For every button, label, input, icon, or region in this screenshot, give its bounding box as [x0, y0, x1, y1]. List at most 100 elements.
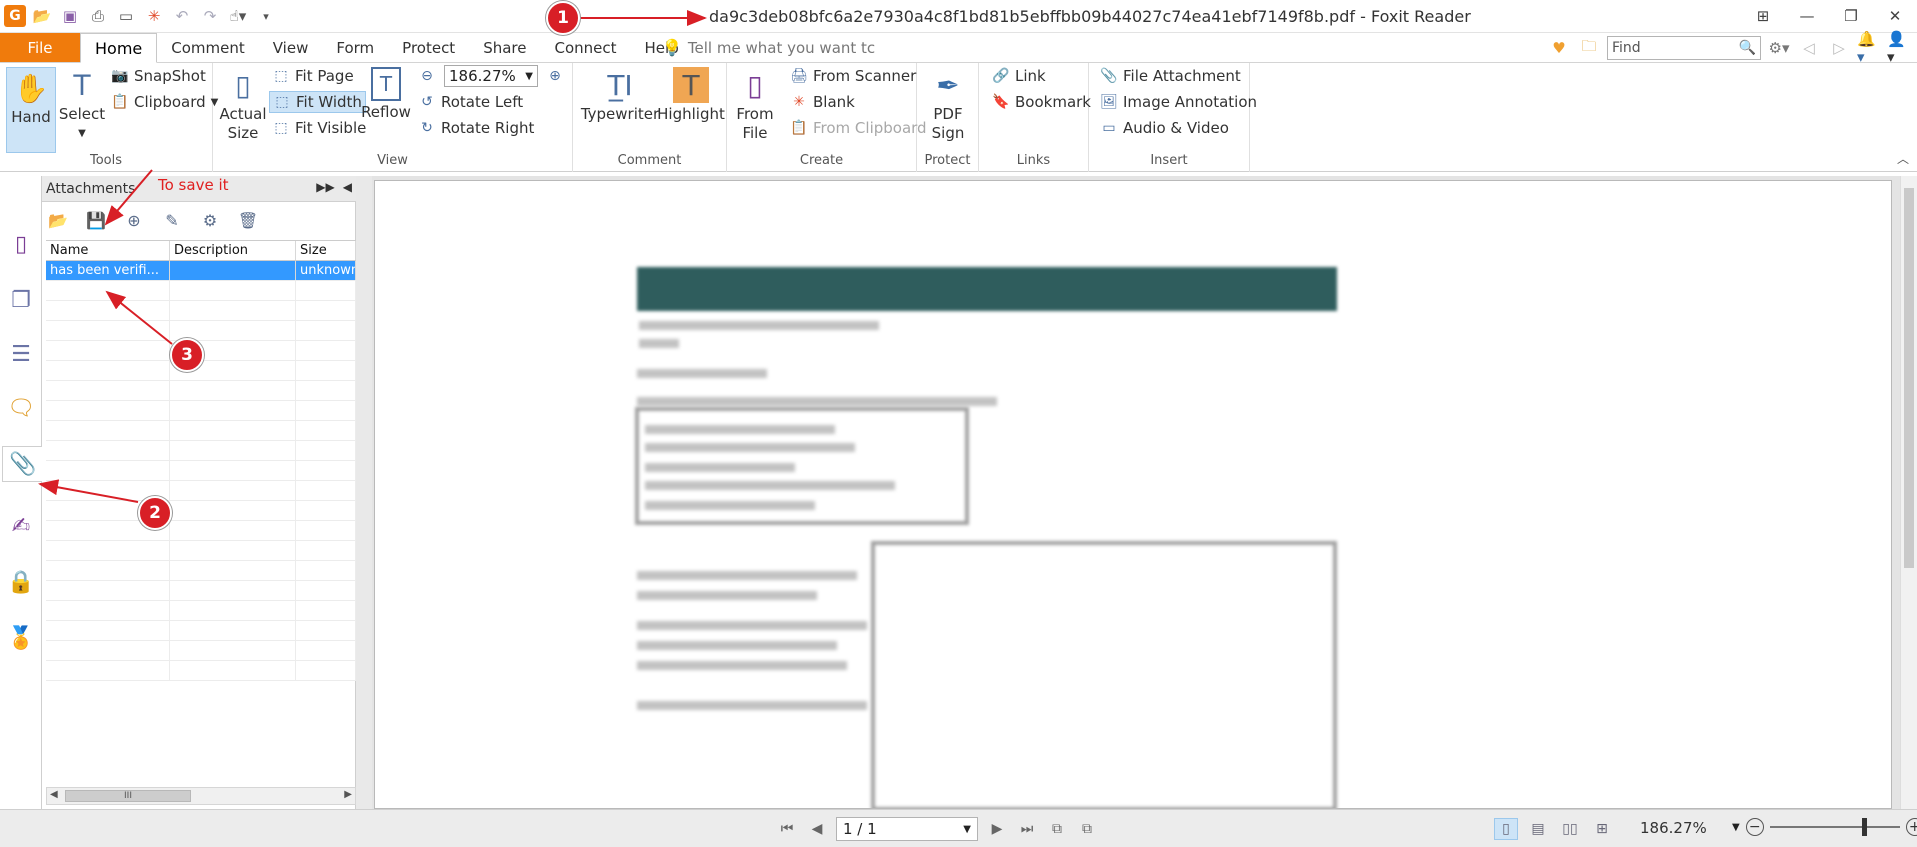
user-icon[interactable]: 👤▾ — [1887, 30, 1911, 66]
attachment-settings-icon[interactable]: ⚙ — [198, 208, 222, 232]
customize-qat-icon[interactable]: ▾ — [254, 4, 278, 28]
zoom-out-button[interactable]: ⊖ — [415, 65, 439, 87]
zoom-in-icon[interactable]: + — [1905, 818, 1917, 836]
layout-icon[interactable]: ⊞ — [1741, 0, 1785, 32]
zoom-in-button[interactable]: ⊕ — [543, 65, 567, 87]
select-button[interactable]: Ｔ Select ▼ — [59, 67, 105, 143]
tell-me-box[interactable]: 💡 Tell me what you want tc — [662, 38, 875, 57]
previous-page-icon[interactable]: ◀ — [806, 818, 828, 840]
from-clipboard-button[interactable]: 📋 From Clipboard — [787, 117, 930, 139]
image-annotation-button[interactable]: 🖼 Image Annotation — [1097, 91, 1260, 113]
bookmark-button[interactable]: 🔖 Bookmark — [989, 91, 1094, 113]
previous-view-icon[interactable]: ⧉ — [1046, 818, 1068, 840]
bell-icon[interactable]: 🔔▾ — [1857, 30, 1881, 66]
tab-view[interactable]: View — [259, 33, 323, 63]
continuous-facing-icon[interactable]: ⊞ — [1590, 818, 1614, 840]
folder-search-icon[interactable]: 🗀 — [1577, 36, 1601, 60]
blank-button[interactable]: ✳ Blank — [787, 91, 858, 113]
next-view-icon[interactable]: ⧉ — [1076, 818, 1098, 840]
tab-home[interactable]: Home — [80, 33, 158, 63]
add-attachment-icon[interactable]: ⊕ — [122, 208, 146, 232]
first-page-icon[interactable]: ⏮ — [776, 818, 798, 840]
edit-attachment-icon[interactable]: ✎ — [160, 208, 184, 232]
tab-form[interactable]: Form — [322, 33, 388, 63]
redo-icon[interactable]: ↷ — [198, 4, 222, 28]
heart-icon[interactable]: ♥ — [1547, 36, 1571, 60]
undo-icon[interactable]: ↶ — [170, 4, 194, 28]
search-icon[interactable]: 🔍 — [1739, 40, 1756, 56]
tab-comment[interactable]: Comment — [157, 33, 259, 63]
column-header-size[interactable]: Size — [296, 241, 356, 260]
typewriter-button[interactable]: T̲I Typewriter — [581, 67, 659, 124]
open-folder-icon[interactable]: 📂 — [30, 4, 54, 28]
chevron-down-icon[interactable]: ▼ — [1732, 822, 1740, 833]
save-attachment-icon[interactable]: 💾 — [84, 208, 108, 232]
document-view[interactable] — [372, 176, 1900, 809]
fit-page-button[interactable]: ⬚ Fit Page — [269, 65, 357, 87]
find-input[interactable]: Find 🔍 — [1607, 36, 1761, 60]
signature-icon[interactable]: ✍ — [5, 508, 37, 544]
panel-splitter[interactable] — [356, 176, 372, 809]
vertical-scrollbar[interactable] — [1900, 176, 1917, 809]
minimize-button[interactable]: — — [1785, 0, 1829, 32]
window-icon[interactable]: ▭ — [114, 4, 138, 28]
highlight-button[interactable]: T Highlight — [657, 67, 725, 124]
gear-icon[interactable]: ⚙▾ — [1767, 36, 1791, 60]
pages-icon[interactable]: ❐ — [5, 282, 37, 318]
column-header-name[interactable]: Name — [46, 241, 170, 260]
chevron-down-icon[interactable]: ▼ — [963, 824, 971, 835]
layers-icon[interactable]: ☰ — [5, 336, 37, 372]
bookmarks-icon[interactable]: ▯ — [5, 226, 37, 262]
rotate-left-button[interactable]: ↺ Rotate Left — [415, 91, 526, 113]
from-scanner-button[interactable]: 🖨 From Scanner — [787, 65, 919, 87]
fit-visible-button[interactable]: ⬚ Fit Visible — [269, 117, 369, 139]
print-icon[interactable]: ⎙ — [86, 4, 110, 28]
zoom-out-icon[interactable]: − — [1745, 818, 1764, 836]
lock-icon[interactable]: 🔒 — [5, 564, 37, 600]
file-tab[interactable]: File — [0, 33, 80, 62]
open-attachment-icon[interactable]: 📂 — [46, 208, 70, 232]
fit-width-button[interactable]: ⬚ Fit Width — [269, 91, 366, 113]
zoom-level[interactable]: 186.27% — [1640, 819, 1707, 837]
next-page-icon[interactable]: ▶ — [986, 818, 1008, 840]
attachments-icon[interactable]: 📎 — [2, 446, 43, 482]
horizontal-scrollbar[interactable]: ◀ III ▶ — [46, 787, 356, 805]
zoom-slider[interactable]: ▼ − + — [1732, 818, 1917, 836]
table-row[interactable]: has been verifi... unknown — [46, 261, 356, 281]
snapshot-button[interactable]: 📷 SnapShot — [108, 65, 209, 87]
expand-panel-icon[interactable]: ▶▶ — [316, 180, 334, 194]
audio-video-button[interactable]: ▭ Audio & Video — [1097, 117, 1232, 139]
single-page-icon[interactable]: ▯ — [1494, 818, 1518, 840]
next-icon[interactable]: ▷ — [1827, 36, 1851, 60]
rotate-right-button[interactable]: ↻ Rotate Right — [415, 117, 537, 139]
foxit-logo-icon[interactable]: G — [4, 5, 26, 27]
scrollbar-thumb[interactable]: III — [65, 790, 191, 802]
facing-page-icon[interactable]: ▯▯ — [1558, 818, 1582, 840]
zoom-track[interactable] — [1769, 818, 1900, 836]
tab-protect[interactable]: Protect — [388, 33, 469, 63]
collapse-panel-icon[interactable]: ◀ — [343, 180, 352, 194]
from-file-button[interactable]: ▯ From File — [733, 67, 777, 143]
save-icon[interactable]: ▣ — [58, 4, 82, 28]
scroll-left-icon[interactable]: ◀ — [50, 789, 58, 800]
restore-button[interactable]: ❐ — [1829, 0, 1873, 32]
reflow-button[interactable]: T Reflow — [361, 67, 411, 122]
pdf-page[interactable] — [374, 180, 1892, 809]
file-attachment-button[interactable]: 📎 File Attachment — [1097, 65, 1244, 87]
collapse-ribbon-icon[interactable]: ︿ — [1897, 150, 1909, 167]
tab-share[interactable]: Share — [469, 33, 540, 63]
sparkle-icon[interactable]: ✳ — [142, 4, 166, 28]
actual-size-button[interactable]: ▯ Actual Size — [220, 67, 267, 143]
page-number-input[interactable]: 1 / 1 ▼ — [836, 817, 978, 841]
zoom-select[interactable]: 186.27% ▼ — [444, 65, 538, 87]
last-page-icon[interactable]: ⏭ — [1016, 818, 1038, 840]
hand-button[interactable]: ✋ Hand — [6, 67, 56, 153]
tab-connect[interactable]: Connect — [541, 33, 631, 63]
certificate-icon[interactable]: 🏅 — [5, 620, 37, 656]
scroll-right-icon[interactable]: ▶ — [344, 789, 352, 800]
pdf-sign-button[interactable]: ✒ PDF Sign — [923, 67, 973, 143]
delete-attachment-icon[interactable]: 🗑 — [236, 208, 260, 232]
close-button[interactable]: ✕ — [1873, 0, 1917, 32]
hand-tool-dropdown-icon[interactable]: ☝▾ — [226, 4, 250, 28]
clipboard-button[interactable]: 📋 Clipboard ▼ — [108, 91, 221, 113]
